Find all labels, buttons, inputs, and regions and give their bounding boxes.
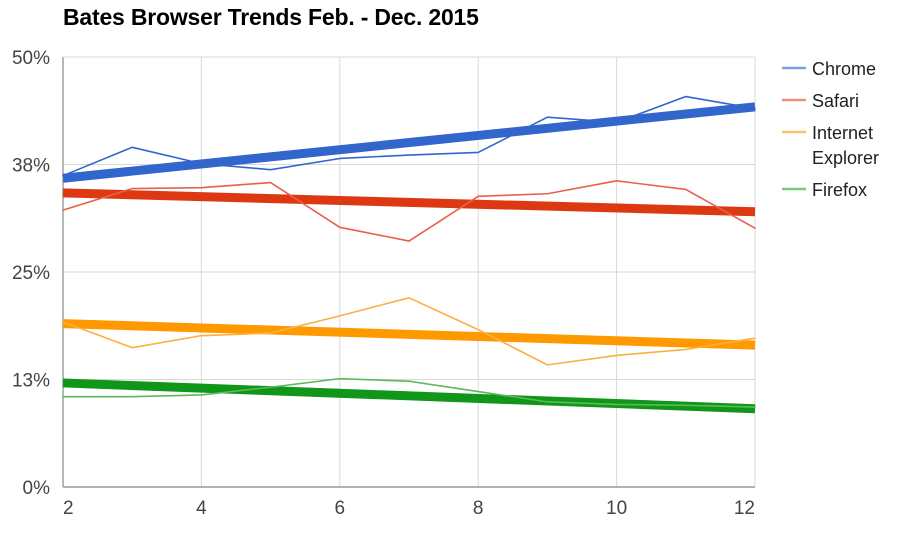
legend-label: Explorer [812, 148, 879, 168]
legend-item-chrome[interactable]: Chrome [782, 59, 876, 79]
legend-item-firefox[interactable]: Firefox [782, 180, 867, 200]
y-tick-label: 38% [12, 156, 50, 177]
browser-trends-chart: Bates Browser Trends Feb. - Dec. 2015 0%… [0, 0, 900, 539]
x-tick-label: 4 [196, 498, 207, 519]
legend-item-internet-explorer[interactable]: Internet Explorer [782, 123, 879, 168]
legend-label: Internet [812, 123, 873, 143]
x-tick-label: 8 [473, 498, 484, 519]
y-tick-label: 13% [12, 371, 50, 392]
x-tick-label: 2 [63, 498, 74, 519]
legend-label: Safari [812, 91, 859, 111]
chart-plot-area: 0% 13% 25% 38% 50% 2 4 6 8 10 12 Chrome Safari Inte… [12, 48, 879, 519]
legend-label: Firefox [812, 180, 867, 200]
y-tick-label: 50% [12, 48, 50, 69]
x-axis-tick-labels: 2 4 6 8 10 12 [63, 498, 755, 519]
x-tick-label: 10 [606, 498, 627, 519]
chart-legend: Chrome Safari Internet Explorer Firefox [782, 59, 879, 200]
legend-label: Chrome [812, 59, 876, 79]
y-axis-tick-labels: 0% 13% 25% 38% 50% [12, 48, 50, 499]
legend-item-safari[interactable]: Safari [782, 91, 859, 111]
x-tick-label: 12 [734, 498, 755, 519]
trend-line-safari [62, 188, 756, 217]
y-tick-label: 25% [12, 263, 50, 284]
y-tick-label: 0% [23, 478, 51, 499]
x-tick-label: 6 [335, 498, 346, 519]
trend-lines [62, 102, 756, 414]
trend-line-chrome [62, 102, 756, 183]
